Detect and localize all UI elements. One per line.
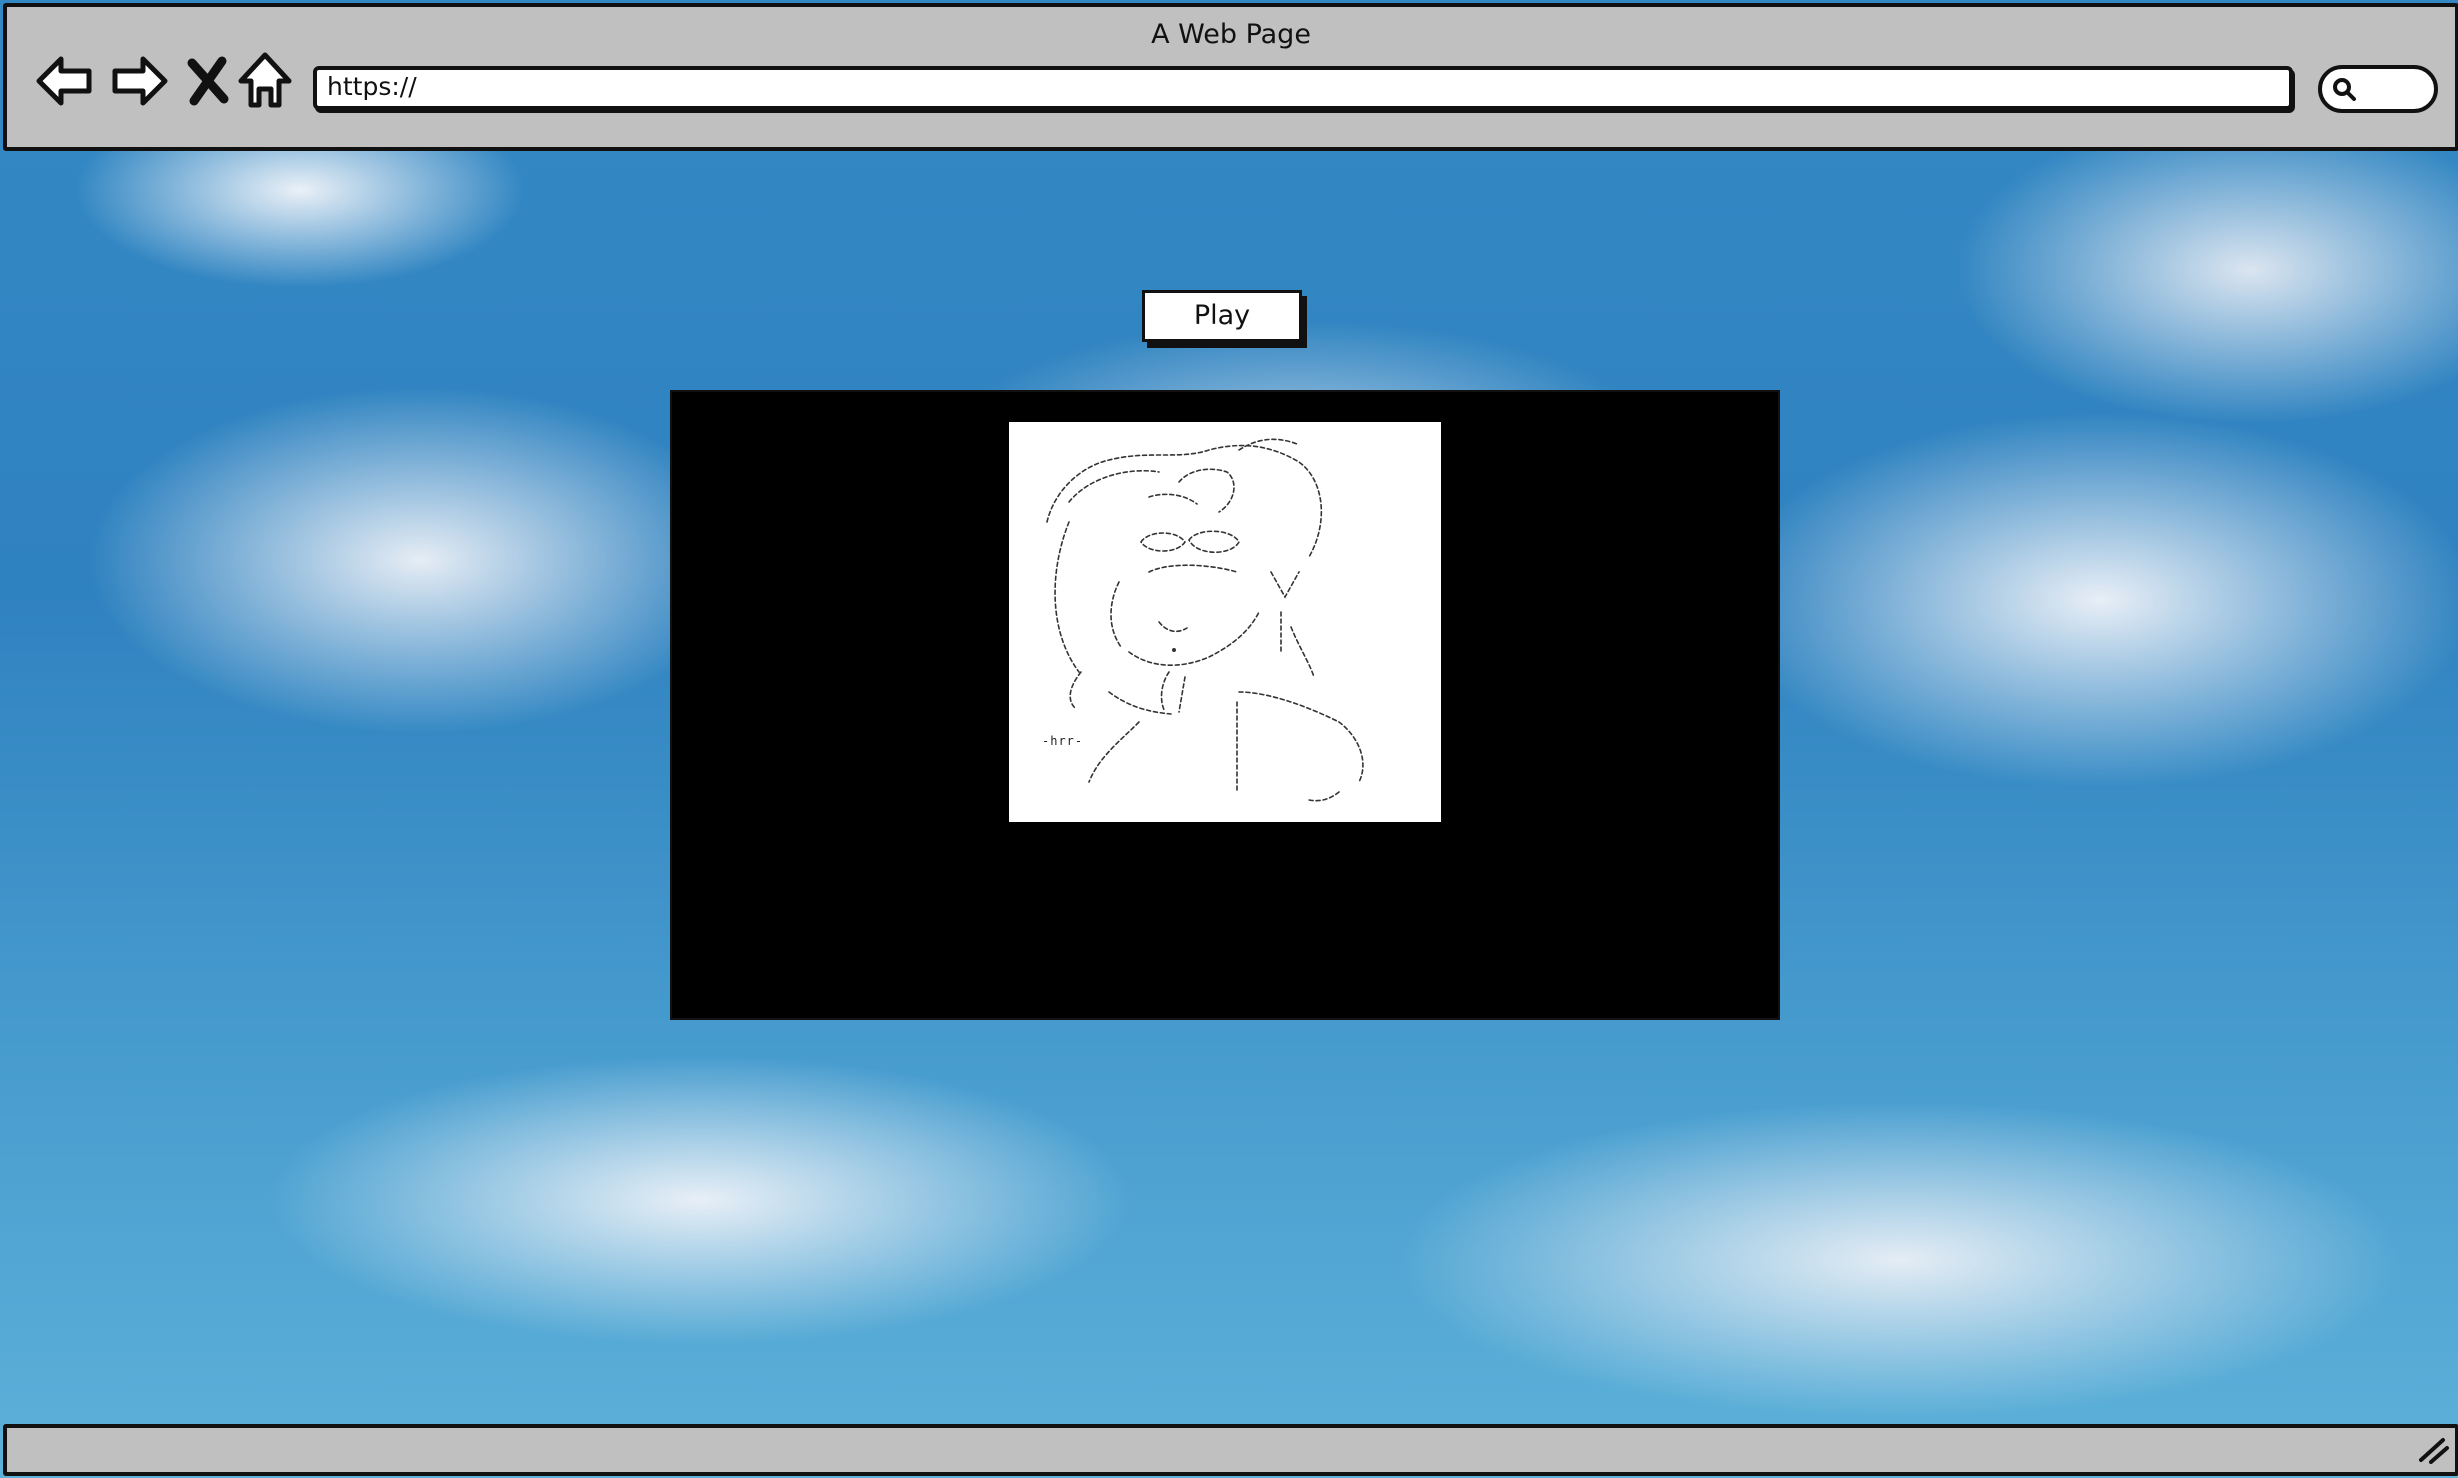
art-signature: -hrr- [1042, 734, 1084, 748]
address-bar[interactable]: https:// [313, 66, 2293, 110]
browser-toolbar: A Web Page https:// [3, 3, 2458, 151]
status-bar [3, 1424, 2458, 1476]
back-arrow-icon[interactable] [33, 49, 97, 113]
ascii-art-portrait [1046, 438, 1364, 802]
video-player[interactable]: -hrr- [670, 390, 1780, 1020]
search-input[interactable] [2318, 65, 2438, 113]
video-thumbnail: -hrr- [1009, 422, 1441, 822]
close-x-icon[interactable] [182, 49, 234, 113]
window-title: A Web Page [1151, 19, 1311, 50]
play-button[interactable]: Play [1142, 290, 1302, 342]
search-icon [2333, 78, 2356, 101]
home-icon[interactable] [237, 49, 293, 113]
browser-window: A Web Page https:// Play -hrr- [0, 0, 2458, 1478]
resize-grip-icon[interactable] [2415, 1434, 2449, 1464]
address-input[interactable]: https:// [327, 72, 417, 101]
forward-arrow-icon[interactable] [107, 49, 171, 113]
